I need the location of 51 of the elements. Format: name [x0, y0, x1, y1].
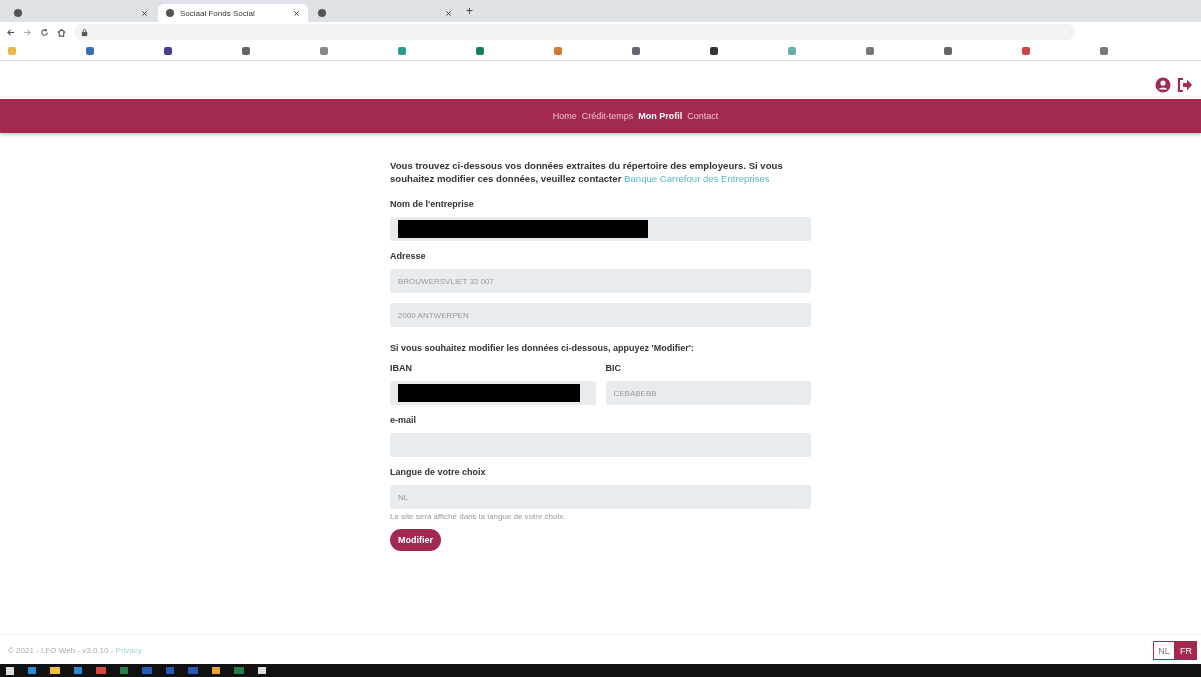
close-icon[interactable]	[445, 9, 452, 17]
nav-link[interactable]: Home	[552, 111, 577, 121]
back-icon[interactable]	[6, 27, 15, 37]
close-icon[interactable]	[293, 9, 300, 17]
input-field[interactable]	[390, 217, 811, 241]
bookmark-icon[interactable]	[710, 47, 718, 55]
hint-text: Le site sera affiché dans la langue de votre choix.	[390, 512, 567, 521]
home-icon[interactable]	[57, 27, 66, 37]
windows-start-icon[interactable]	[6, 666, 14, 675]
language-button[interactable]: NL	[1153, 641, 1175, 660]
field-label: e-mail	[390, 415, 417, 425]
bookmark-icon[interactable]	[632, 47, 640, 55]
reload-icon[interactable]	[40, 27, 49, 37]
input-field[interactable]: NL	[390, 485, 811, 509]
bookmark-icon[interactable]	[86, 47, 94, 55]
bookmark-icon[interactable]	[476, 47, 484, 55]
field-label: Langue de votre choix	[390, 467, 487, 477]
favicon-icon	[166, 9, 174, 17]
user-icon[interactable]	[1155, 77, 1171, 93]
bookmark-icon[interactable]	[242, 47, 250, 55]
bookmark-icon[interactable]	[1100, 47, 1108, 55]
bookmark-icon[interactable]	[944, 47, 952, 55]
input-field[interactable]: BROUWERSVLIET 33 007	[390, 269, 811, 293]
instruction-text: Si vous souhaitez modifier les données ci-dessous, appuyez 'Modifier':	[390, 343, 695, 353]
nav-link[interactable]: Crédit-temps	[581, 111, 634, 121]
favicon-icon	[318, 9, 326, 17]
bookmark-icon[interactable]	[1022, 47, 1030, 55]
intro-text: Vous trouvez ci-dessous vos données extraites du répertoire des employeurs. Si vous souhaitez modifier ces données, veuillez contacter Banque Carrefour des Entreprises	[390, 159, 784, 185]
lock-icon	[80, 27, 89, 37]
field-label: IBAN	[390, 363, 413, 373]
field-label: Adresse	[390, 251, 427, 261]
field-label: Nom de l'entreprise	[390, 199, 475, 209]
link[interactable]: Banque Carrefour des Entreprises	[624, 173, 770, 184]
favicon-icon	[14, 9, 22, 17]
bookmark-icon[interactable]	[866, 47, 874, 55]
bookmark-icon[interactable]	[164, 47, 172, 55]
sign-out-icon[interactable]	[1177, 77, 1193, 93]
forward-icon[interactable]	[23, 27, 32, 37]
nav-link[interactable]: Mon Profil	[638, 111, 683, 121]
new-tab-button[interactable]: +	[466, 4, 473, 18]
input-field[interactable]: CEBABEBB	[605, 381, 811, 405]
tab-title: Sociaal Fonds Social	[180, 8, 256, 18]
input-field[interactable]: 2000 ANTWERPEN	[390, 303, 811, 327]
input-field[interactable]	[390, 381, 596, 405]
language-button[interactable]: FR	[1175, 641, 1197, 660]
field-label: BIC	[605, 363, 622, 373]
nav-link[interactable]: Contact	[687, 111, 719, 121]
footer-text: © 2021 - LFO Web - v3.0.10 - Privacy	[8, 646, 142, 655]
modify-button[interactable]: Modifier	[390, 529, 441, 551]
close-icon[interactable]	[141, 9, 148, 17]
browser-tab[interactable]: Sociaal Fonds Social	[158, 4, 308, 22]
